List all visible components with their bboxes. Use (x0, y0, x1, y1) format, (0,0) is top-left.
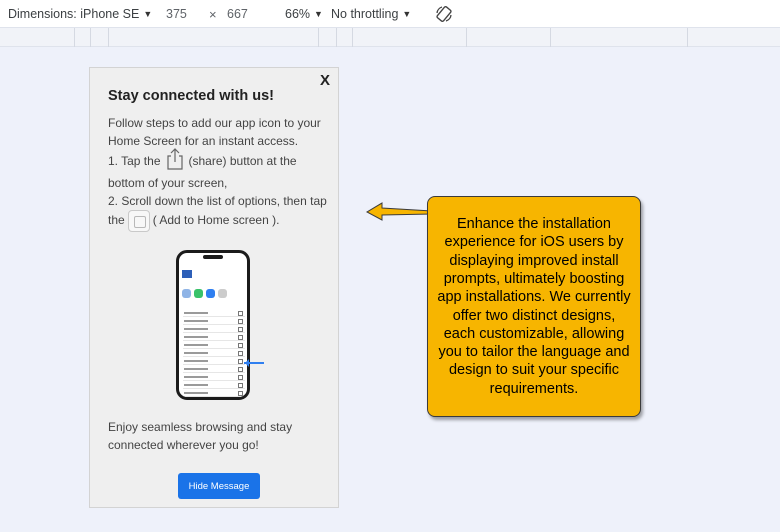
device-toolbar: Dimensions: iPhone SE ▼ 375 × 667 66% ▼ … (0, 0, 780, 28)
prompt-title: Stay connected with us! (108, 88, 274, 104)
zoom-dropdown[interactable]: 66% ▼ (285, 7, 323, 21)
pointer-arrow-icon (244, 359, 264, 367)
chevron-down-icon: ▼ (314, 9, 323, 19)
share-icon (166, 148, 183, 170)
times-sign: × (209, 7, 217, 22)
throttling-dropdown[interactable]: No throttling ▼ (331, 7, 411, 21)
footer-text: Enjoy seamless browsing and stay connect… (108, 420, 293, 452)
chevron-down-icon: ▼ (402, 9, 412, 19)
step-2: 2. Scroll down the list of options, then… (108, 192, 332, 232)
callout-note: Enhance the installation experience for … (427, 196, 641, 417)
callout-arrow-icon (365, 202, 433, 221)
add-to-home-icon (127, 210, 150, 232)
step-1-prefix: 1. Tap the (108, 154, 161, 169)
install-prompt-panel: X Stay connected with us! Follow steps t… (89, 67, 339, 508)
dimensions-dropdown[interactable]: Dimensions: iPhone SE ▼ (8, 7, 152, 21)
step-2-suffix: ( Add to Home screen ). (152, 213, 280, 228)
phone-illustration (176, 250, 250, 400)
hide-message-button[interactable]: Hide Message (178, 473, 260, 499)
chevron-down-icon: ▼ (143, 9, 153, 19)
intro-text: Follow steps to add our app icon to your… (108, 116, 321, 148)
width-input[interactable]: 375 (166, 7, 187, 21)
height-input[interactable]: 667 (227, 7, 248, 21)
media-query-ruler (0, 28, 780, 47)
dimensions-label: Dimensions: iPhone SE (8, 7, 140, 21)
rotate-icon[interactable] (434, 4, 454, 24)
zoom-value: 66% (285, 7, 311, 21)
step-1: 1. Tap the (share) button at the bottom … (108, 148, 332, 192)
throttling-value: No throttling (331, 7, 399, 21)
prompt-instructions: Follow steps to add our app icon to your… (108, 114, 332, 232)
close-button[interactable]: X (320, 72, 330, 89)
